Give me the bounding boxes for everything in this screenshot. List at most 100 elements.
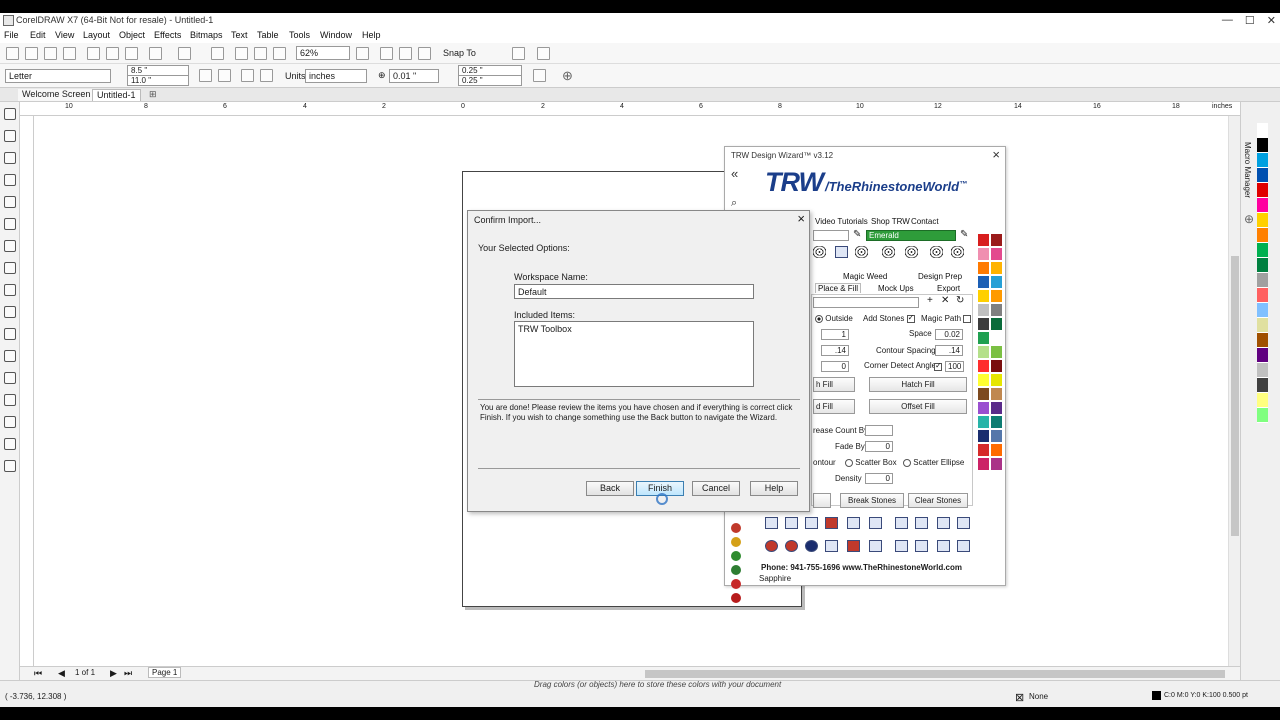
- rulers-icon[interactable]: [380, 47, 393, 60]
- tool-icon[interactable]: [847, 517, 860, 529]
- paper-size-select[interactable]: Letter: [5, 69, 111, 83]
- current-page-icon[interactable]: [260, 69, 273, 82]
- tab-video-tutorials[interactable]: Video Tutorials: [815, 217, 868, 226]
- stone-color-swatch[interactable]: [990, 247, 1003, 261]
- tool-icon[interactable]: [915, 517, 928, 529]
- tab-mock-ups[interactable]: Mock Ups: [878, 284, 914, 293]
- stone-color-swatch[interactable]: [990, 275, 1003, 289]
- spacing-input-1[interactable]: 1: [821, 329, 849, 340]
- stone-color-swatch[interactable]: [977, 331, 990, 345]
- undo-icon[interactable]: [149, 47, 162, 60]
- tool-icon[interactable]: [957, 540, 970, 552]
- tool-icon[interactable]: [937, 540, 950, 552]
- increase-count-input[interactable]: [865, 425, 893, 436]
- stone-color-swatch[interactable]: [990, 303, 1003, 317]
- spacing-input-3[interactable]: 0: [821, 361, 849, 372]
- palette-swatch[interactable]: [1257, 243, 1268, 258]
- add-tab-icon[interactable]: ⊞: [145, 89, 161, 101]
- fade-by-input[interactable]: 0: [865, 441, 893, 452]
- pattern-icon[interactable]: [951, 246, 964, 258]
- stone-color-swatch[interactable]: [990, 359, 1003, 373]
- palette-swatch[interactable]: [1257, 318, 1268, 333]
- menu-file[interactable]: File: [4, 30, 19, 40]
- color-palette[interactable]: [1257, 123, 1268, 423]
- stone-ball-icon[interactable]: [731, 579, 741, 589]
- stone-color-swatch[interactable]: [990, 261, 1003, 275]
- tool-icon[interactable]: [765, 517, 778, 529]
- close-icon[interactable]: ✕: [1267, 14, 1276, 27]
- tab-welcome-screen[interactable]: Welcome Screen: [18, 89, 95, 101]
- palette-swatch[interactable]: [1257, 153, 1268, 168]
- pattern-icon[interactable]: [930, 246, 943, 258]
- tool-icon[interactable]: [785, 517, 798, 529]
- pattern-icon[interactable]: [882, 246, 895, 258]
- pattern-icon[interactable]: [813, 246, 826, 258]
- page-height-input[interactable]: 11.0 ": [127, 75, 189, 86]
- add-tool-icon[interactable]: ⊕: [562, 68, 573, 84]
- collapse-icon[interactable]: «: [731, 166, 738, 181]
- vertical-ruler[interactable]: [20, 116, 34, 666]
- eyedropper-icon[interactable]: [4, 416, 16, 428]
- artistic-media-icon[interactable]: [4, 218, 16, 230]
- stone-color-swatch[interactable]: [990, 373, 1003, 387]
- snap-to-dropdown[interactable]: Snap To: [443, 48, 476, 58]
- contour-spacing-input[interactable]: .14: [935, 345, 963, 356]
- export-icon[interactable]: [254, 47, 267, 60]
- magic-path-checkbox[interactable]: Magic Path: [921, 314, 972, 323]
- palette-swatch[interactable]: [1257, 348, 1268, 363]
- small-button[interactable]: [813, 493, 831, 508]
- transparency-icon[interactable]: [4, 394, 16, 406]
- menu-table[interactable]: Table: [257, 30, 279, 40]
- stone-color-grid[interactable]: [977, 233, 1003, 471]
- remove-icon[interactable]: ✕: [941, 295, 949, 306]
- ellipse-tool-icon[interactable]: [4, 262, 16, 274]
- stone-color-swatch[interactable]: [977, 345, 990, 359]
- clear-stones-button[interactable]: Clear Stones: [908, 493, 968, 508]
- rectangle-tool-icon[interactable]: [4, 240, 16, 252]
- save-icon[interactable]: [44, 47, 57, 60]
- help-button[interactable]: Help: [750, 481, 798, 496]
- paste-icon[interactable]: [125, 47, 138, 60]
- stone-ball-icon[interactable]: [731, 523, 741, 533]
- interactive-fill-icon[interactable]: [4, 438, 16, 450]
- menu-window[interactable]: Window: [320, 30, 352, 40]
- pencil-icon[interactable]: ✎: [853, 229, 861, 240]
- stone-ball-icon[interactable]: [731, 565, 741, 575]
- palette-swatch[interactable]: [1257, 378, 1268, 393]
- tab-contact[interactable]: Contact: [911, 217, 939, 226]
- tool-icon[interactable]: [937, 517, 950, 529]
- palette-swatch[interactable]: [1257, 198, 1268, 213]
- stone-color-swatch[interactable]: [990, 387, 1003, 401]
- text-tool-icon[interactable]: [4, 306, 16, 318]
- stone-color-swatch[interactable]: [977, 303, 990, 317]
- palette-swatch[interactable]: [1257, 408, 1268, 423]
- parallel-dimension-icon[interactable]: [4, 328, 16, 340]
- last-page-icon[interactable]: ⏭: [124, 668, 132, 679]
- included-items-list[interactable]: TRW Toolbox: [514, 321, 754, 387]
- menu-layout[interactable]: Layout: [83, 30, 110, 40]
- stone-ball-icon[interactable]: [731, 593, 741, 603]
- publish-pdf-icon[interactable]: [273, 47, 286, 60]
- scrollbar-thumb[interactable]: [1231, 256, 1239, 536]
- pattern-icon[interactable]: [905, 246, 918, 258]
- outside-radio[interactable]: Outside: [815, 314, 853, 323]
- space-input[interactable]: 0.02: [935, 329, 963, 340]
- stone-color-select[interactable]: Emerald: [866, 230, 956, 241]
- stone-color-swatch[interactable]: [990, 457, 1003, 471]
- shape-select[interactable]: [813, 230, 849, 241]
- palette-swatch[interactable]: [1257, 213, 1268, 228]
- palette-swatch[interactable]: [1257, 138, 1268, 153]
- zoom-tool-icon[interactable]: [4, 174, 16, 186]
- tool-icon[interactable]: [895, 517, 908, 529]
- freehand-tool-icon[interactable]: [4, 196, 16, 208]
- stone-color-swatch[interactable]: [977, 415, 990, 429]
- palette-swatch[interactable]: [1257, 228, 1268, 243]
- refresh-icon[interactable]: ↻: [956, 295, 964, 306]
- tool-icon[interactable]: [825, 540, 838, 552]
- zoom-select[interactable]: 62%: [296, 46, 350, 60]
- workspace-name-field[interactable]: Default: [514, 284, 754, 299]
- vertical-scrollbar[interactable]: [1228, 116, 1240, 666]
- spacing-input-2[interactable]: .14: [821, 345, 849, 356]
- print-icon[interactable]: [63, 47, 76, 60]
- next-page-icon[interactable]: ▶: [110, 668, 117, 679]
